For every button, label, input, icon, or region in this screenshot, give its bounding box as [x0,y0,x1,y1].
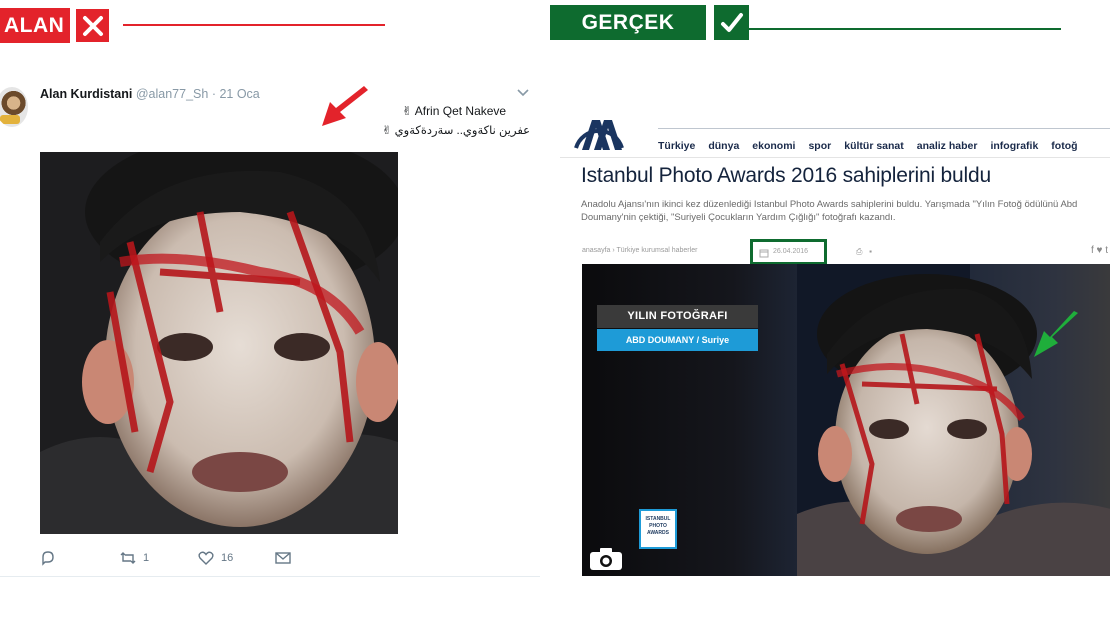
print-icon[interactable]: ⎙ ▪ [856,247,872,257]
tweet-text-line2: عفرين ناكةوي.. سةردةكةوي ✌ [381,125,530,137]
article-lead: Anadolu Ajansı'nın ikinci kez düzenlediğ… [581,199,1078,223]
reply-icon [42,551,54,566]
red-arrow-icon [322,86,368,126]
retweet-icon [120,552,136,564]
cross-icon [76,9,110,42]
tweet-author-name[interactable]: Alan Kurdistani [40,87,132,101]
retweet-button[interactable]: 1 [119,550,197,566]
calendar-icon [759,249,769,258]
tweet-card: Alan Kurdistani @alan77_Sh · 21 Oca ✌ Af… [0,70,540,575]
nav-item-spor[interactable]: spor [808,140,831,152]
main-nav: Türkiye dünya ekonomi spor kültür sanat … [658,140,1091,152]
tweet-handle[interactable]: @alan77_Sh [136,87,208,101]
boy-face-image-icon [40,152,398,534]
false-divider [123,24,385,26]
tweet-date[interactable]: · 21 Oca [212,87,260,101]
retweet-count: 1 [143,552,150,564]
avatar[interactable] [0,87,28,127]
mail-icon [275,552,291,564]
share-icons[interactable]: f ♥ t [1091,245,1108,256]
nav-item-dunya[interactable]: dünya [708,140,739,152]
false-banner: ALAN [0,8,110,43]
tweet-author[interactable]: Alan Kurdistani @alan77_Sh · 21 Oca [40,87,260,101]
nav-item-analiz-haber[interactable]: analiz haber [917,140,978,152]
nav-item-infografik[interactable]: infografik [990,140,1038,152]
camera-icon[interactable] [589,547,623,571]
tweet-text-line1: ✌ Afrin Qet Nakeve [402,104,507,118]
green-arrow-icon [1034,311,1078,357]
true-label: GERÇEK [550,5,706,40]
chevron-down-icon[interactable] [516,87,530,99]
award-logo: ISTANBUL PHOTO AWARDS [639,509,677,549]
like-button[interactable]: 16 [197,550,274,566]
nav-item-turkiye[interactable]: Türkiye [658,140,695,152]
tweet-actions: 1 16 [40,548,300,568]
nav-divider [658,128,1110,129]
article-meta: anasayfa › Türkiye kurumsal haberler ⎙ ▪… [582,243,1110,261]
message-button[interactable] [274,551,292,565]
news-page: Türkiye dünya ekonomi spor kültür sanat … [560,100,1110,580]
false-label: ALAN [0,8,71,43]
aa-logo-icon[interactable] [570,104,628,154]
true-divider [749,28,1061,30]
article-title: Istanbul Photo Awards 2016 sahiplerini b… [581,164,991,187]
breadcrumb[interactable]: anasayfa › Türkiye kurumsal haberler [582,247,697,254]
article-photo[interactable]: YILIN FOTOĞRAFI ABD DOUMANY / Suriye IST… [582,264,1110,576]
true-banner: GERÇEK [550,5,749,40]
photo-label-title: YILIN FOTOĞRAFI [597,305,758,328]
nav-item-ekonomi[interactable]: ekonomi [752,140,795,152]
header-divider [560,157,1110,158]
reply-button[interactable] [40,550,119,566]
article-date: 26.04.2016 [773,248,809,255]
tweet-divider [0,576,540,577]
tweet-photo[interactable] [40,152,398,534]
check-icon [714,5,749,40]
nav-item-kultur-sanat[interactable]: kültür sanat [844,140,904,152]
photo-label-credit: ABD DOUMANY / Suriye [597,329,758,351]
nav-item-fotograf[interactable]: fotoğ [1051,140,1077,152]
date-highlight: 26.04.2016 [750,239,827,265]
heart-icon [198,551,214,565]
like-count: 16 [221,552,234,564]
